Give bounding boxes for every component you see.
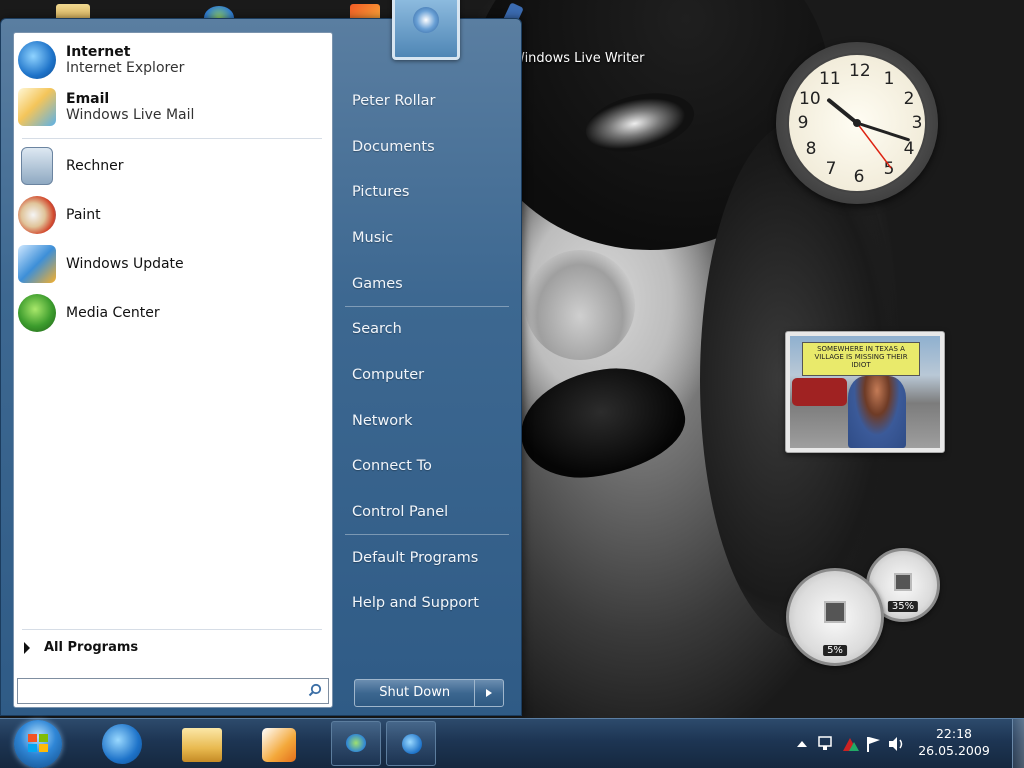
slideshow-protest-sign: SOMEWHERE IN TEXAS A VILLAGE IS MISSING … — [802, 342, 920, 376]
right-separator — [345, 306, 509, 307]
all-programs-label: All Programs — [44, 640, 139, 655]
gadget-tray-icon[interactable] — [841, 735, 861, 753]
right-item-user-folder[interactable]: Peter Rollar — [352, 93, 436, 109]
right-item-search[interactable]: Search — [352, 321, 402, 337]
pinned-internet-subtitle: Internet Explorer — [66, 60, 185, 76]
recent-item-rechner[interactable]: Rechner — [18, 147, 124, 185]
pinned-internet[interactable]: Internet Internet Explorer — [18, 41, 184, 79]
start-search-input[interactable] — [18, 679, 298, 703]
windows-live-mail-icon — [18, 88, 56, 126]
clock-minute-hand — [855, 121, 910, 142]
start-menu-right-pane: Peter Rollar Documents Pictures Music Ga… — [335, 19, 521, 715]
recent-item-windows-update[interactable]: Windows Update — [18, 245, 184, 283]
shutdown-options-button[interactable] — [475, 680, 503, 706]
right-item-games[interactable]: Games — [352, 276, 403, 292]
recent-item-label: Windows Update — [66, 256, 184, 272]
user-picture-flower-icon — [413, 7, 439, 33]
taskbar-internet-explorer-icon[interactable] — [102, 724, 142, 764]
pinned-email[interactable]: Email Windows Live Mail — [18, 88, 194, 126]
slideshow-gadget[interactable]: SOMEWHERE IN TEXAS A VILLAGE IS MISSING … — [785, 331, 945, 453]
right-item-pictures[interactable]: Pictures — [352, 184, 409, 200]
clock-gadget[interactable]: 12 1 2 3 4 5 6 7 8 9 10 11 — [776, 42, 938, 204]
memory-chip-icon — [894, 573, 912, 591]
start-button[interactable] — [14, 720, 62, 768]
network-icon[interactable] — [817, 735, 837, 753]
slideshow-person-shape — [848, 376, 906, 448]
action-center-flag-icon[interactable] — [865, 735, 883, 753]
right-separator — [345, 534, 509, 535]
taskbar-task-internet-explorer[interactable] — [386, 721, 436, 766]
slideshow-photo: SOMEWHERE IN TEXAS A VILLAGE IS MISSING … — [790, 336, 940, 448]
all-programs-button[interactable]: All Programs — [24, 640, 138, 655]
show-hidden-icons-icon[interactable] — [795, 737, 809, 751]
desktop-icon-label-live-writer: Windows Live Writer — [512, 51, 645, 66]
windows-live-messenger-icon — [346, 734, 366, 752]
search-icon[interactable] — [308, 683, 322, 697]
right-item-computer[interactable]: Computer — [352, 367, 424, 383]
start-search-box[interactable] — [17, 678, 329, 704]
cpu-gauge: 5% — [786, 568, 884, 666]
right-item-default-programs[interactable]: Default Programs — [352, 550, 478, 566]
recent-item-label: Media Center — [66, 305, 160, 321]
windows-logo-icon — [28, 734, 48, 752]
media-center-icon — [18, 294, 56, 332]
start-menu-left-pane: Internet Internet Explorer Email Windows… — [13, 32, 333, 708]
internet-explorer-icon — [18, 41, 56, 79]
taskbar: 22:18 26.05.2009 — [0, 718, 1024, 768]
taskbar-windows-media-player-icon[interactable] — [262, 728, 296, 762]
calculator-icon — [21, 147, 53, 185]
clock-center-pin — [853, 119, 861, 127]
cpu-meter-gadget[interactable]: 35% 5% — [782, 548, 944, 668]
shutdown-button-group: Shut Down — [354, 679, 504, 707]
recent-item-media-center[interactable]: Media Center — [18, 294, 160, 332]
face-nose-shape — [525, 250, 635, 360]
recent-item-paint[interactable]: Paint — [18, 196, 101, 234]
right-item-control-panel[interactable]: Control Panel — [352, 504, 448, 520]
right-item-music[interactable]: Music — [352, 230, 393, 246]
chevron-right-icon — [486, 689, 493, 697]
right-item-help-and-support[interactable]: Help and Support — [352, 595, 479, 611]
recent-item-label: Paint — [66, 207, 101, 223]
triangle-right-icon — [24, 641, 30, 654]
show-desktop-button[interactable] — [1012, 719, 1024, 768]
windows-update-icon — [18, 245, 56, 283]
all-programs-separator — [22, 629, 322, 630]
taskbar-task-messenger[interactable] — [331, 721, 381, 766]
clock-hands — [827, 98, 910, 169]
paint-icon — [18, 196, 56, 234]
cpu-chip-icon — [824, 601, 846, 623]
pinned-separator — [22, 138, 322, 139]
slideshow-car-shape — [792, 378, 847, 406]
cpu-percent: 5% — [823, 645, 847, 656]
right-item-documents[interactable]: Documents — [352, 139, 435, 155]
recent-item-label: Rechner — [66, 158, 124, 174]
taskbar-time: 22:18 — [935, 726, 973, 741]
clock-hour-hand — [827, 98, 859, 125]
volume-icon[interactable] — [887, 735, 907, 753]
user-account-picture[interactable] — [392, 0, 460, 60]
face-lips-shape — [513, 359, 692, 486]
right-item-connect-to[interactable]: Connect To — [352, 458, 432, 474]
taskbar-date: 26.05.2009 — [918, 743, 990, 758]
right-item-network[interactable]: Network — [352, 413, 413, 429]
taskbar-windows-explorer-icon[interactable] — [182, 728, 222, 762]
notification-area — [795, 729, 907, 759]
pinned-email-title: Email — [66, 91, 110, 107]
pinned-email-subtitle: Windows Live Mail — [66, 107, 195, 123]
shutdown-button[interactable]: Shut Down — [355, 680, 476, 706]
pinned-internet-title: Internet — [66, 44, 131, 60]
internet-explorer-icon — [402, 734, 422, 754]
taskbar-clock[interactable]: 22:18 26.05.2009 — [912, 725, 996, 759]
start-menu: Internet Internet Explorer Email Windows… — [0, 18, 522, 716]
memory-percent: 35% — [887, 601, 919, 612]
